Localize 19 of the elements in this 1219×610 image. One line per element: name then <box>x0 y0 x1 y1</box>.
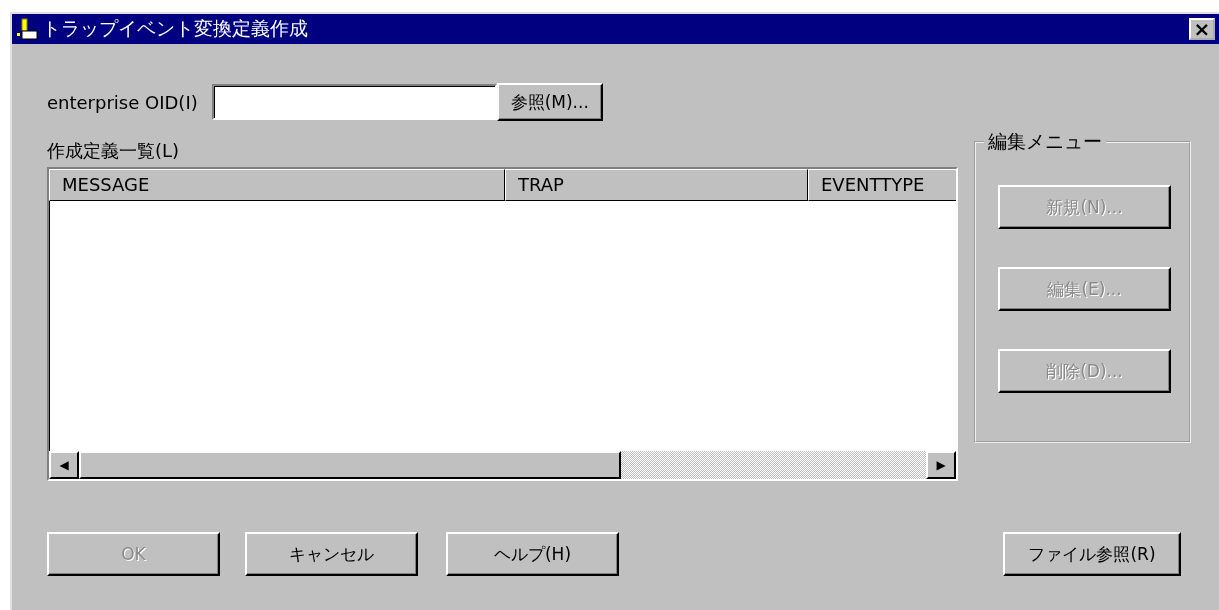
oid-input-field[interactable] <box>211 84 497 120</box>
window-title: トラップイベント変換定義作成 <box>42 16 309 41</box>
oid-label: enterprise OID(I) <box>47 91 198 113</box>
definition-list[interactable]: MESSAGE TRAP EVENTTYPE ◀ ▶ <box>47 167 958 481</box>
column-header[interactable]: TRAP <box>505 169 808 201</box>
file-browse-button[interactable]: ファイル参照(R) <box>1003 532 1181 576</box>
scroll-right-button[interactable]: ▶ <box>926 451 956 479</box>
column-header[interactable]: MESSAGE <box>49 169 505 201</box>
browse-button[interactable]: 参照(M)... <box>496 83 603 121</box>
dialog-button[interactable]: ヘルプ(H) <box>446 532 619 576</box>
dialog-button[interactable]: キャンセル <box>245 532 418 576</box>
app-icon <box>16 17 38 41</box>
scroll-thumb[interactable] <box>79 451 621 479</box>
scroll-left-button[interactable]: ◀ <box>49 451 79 479</box>
close-button[interactable]: × <box>1189 18 1215 40</box>
group-title: 編集メニュー <box>987 129 1103 154</box>
list-label: 作成定義一覧(L) <box>47 139 181 163</box>
horizontal-scrollbar[interactable]: ◀ ▶ <box>49 451 956 479</box>
column-header[interactable]: EVENTTYPE <box>808 169 956 201</box>
